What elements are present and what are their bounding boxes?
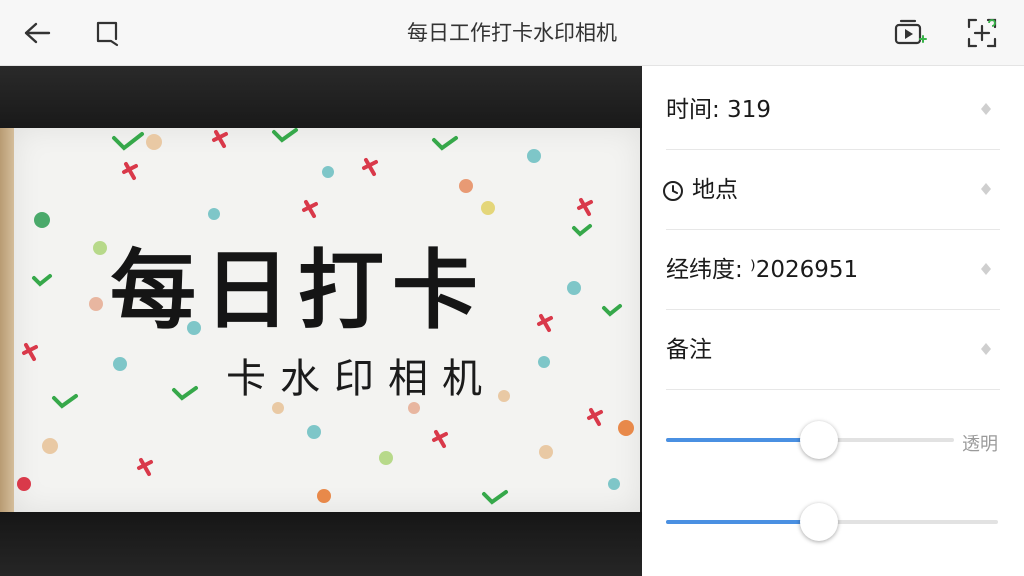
top-bar: 每日工作打卡水印相机 bbox=[0, 0, 1024, 66]
card-title: 每日打卡 bbox=[110, 241, 486, 341]
back-arrow-icon[interactable] bbox=[17, 13, 57, 53]
sort-arrow-icon[interactable] bbox=[980, 182, 992, 196]
photo-background-bottom bbox=[0, 512, 642, 576]
opacity-slider-fill bbox=[666, 438, 819, 442]
watermark-settings-panel: 时间: 319 地点 经纬度: ⁾2026951 备注 透明 bbox=[642, 66, 1024, 576]
size-slider-fill bbox=[666, 520, 819, 524]
size-slider-thumb[interactable] bbox=[800, 503, 838, 541]
settings-row-time[interactable]: 时间: 319 bbox=[666, 70, 1000, 150]
settings-row-coordinates[interactable]: 经纬度: ⁾2026951 bbox=[666, 230, 1000, 310]
sort-arrow-icon[interactable] bbox=[980, 102, 992, 116]
settings-row-location[interactable]: 地点 bbox=[663, 150, 1000, 230]
remark-label: 备注 bbox=[666, 337, 712, 363]
page-title: 每日工作打卡水印相机 bbox=[407, 21, 617, 45]
card-subtitle: 卡水印相机 bbox=[226, 356, 496, 402]
photo-background-top bbox=[0, 66, 642, 128]
opacity-slider-thumb[interactable] bbox=[800, 421, 838, 459]
opacity-slider[interactable] bbox=[666, 420, 954, 460]
sort-arrow-icon[interactable] bbox=[980, 262, 992, 276]
sort-arrow-icon[interactable] bbox=[980, 342, 992, 356]
size-slider[interactable] bbox=[666, 502, 998, 542]
crop-icon[interactable] bbox=[87, 13, 127, 53]
location-label: 地点 bbox=[692, 177, 738, 203]
scan-frame-icon[interactable] bbox=[962, 13, 1002, 53]
video-play-icon[interactable] bbox=[890, 13, 930, 53]
clock-icon bbox=[663, 181, 683, 201]
time-label: 时间: 319 bbox=[666, 97, 771, 123]
settings-row-remark[interactable]: 备注 bbox=[666, 310, 1000, 390]
photo-preview[interactable]: 每日打卡 卡水印相机 bbox=[0, 66, 642, 576]
opacity-label: 透明 bbox=[962, 434, 998, 455]
coordinates-label: 经纬度: ⁾2026951 bbox=[666, 257, 859, 283]
photo-card: 每日打卡 卡水印相机 bbox=[14, 128, 640, 512]
